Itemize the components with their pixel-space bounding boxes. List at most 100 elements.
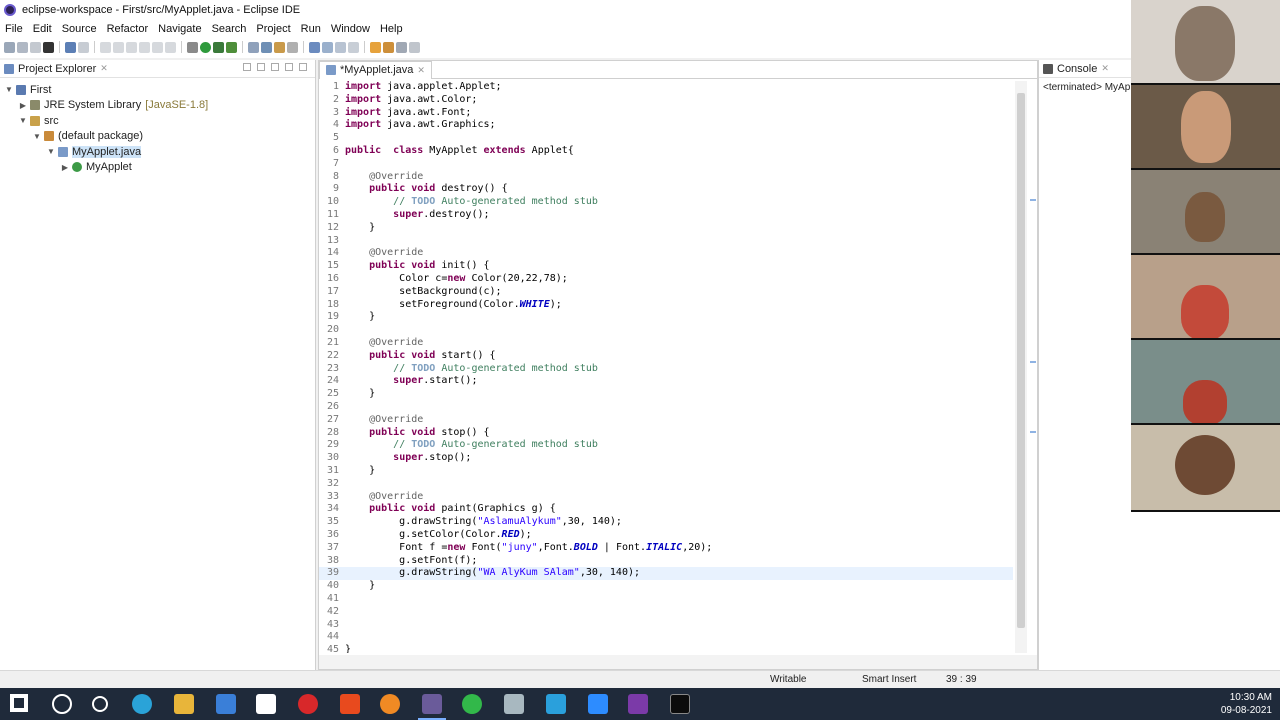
code-line[interactable]: 25 }: [319, 388, 1013, 401]
code-line[interactable]: 21 @Override: [319, 337, 1013, 350]
code-line[interactable]: 19 }: [319, 311, 1013, 324]
prev-annotation-icon[interactable]: [383, 41, 394, 53]
expand-arrow-icon[interactable]: ▼: [4, 85, 14, 94]
code-line[interactable]: 40 }: [319, 580, 1013, 593]
scrollbar-thumb[interactable]: [1017, 93, 1025, 628]
code-line[interactable]: 42: [319, 606, 1013, 619]
code-line[interactable]: 5: [319, 132, 1013, 145]
link-editor-icon[interactable]: [257, 63, 265, 71]
settings-icon[interactable]: [504, 694, 524, 714]
step-return-icon[interactable]: [165, 41, 176, 53]
block-selection-icon[interactable]: [335, 41, 346, 53]
overview-marker[interactable]: [1030, 199, 1036, 201]
code-line[interactable]: 1 import java.applet.Applet;: [319, 81, 1013, 94]
tree-item-src[interactable]: ▼ src: [0, 113, 315, 129]
code-line[interactable]: 11 super.destroy();: [319, 209, 1013, 222]
code-line[interactable]: 37 Font f =new Font("juny",Font.BOLD | F…: [319, 542, 1013, 555]
search-icon[interactable]: [52, 694, 72, 714]
new-java-project-icon[interactable]: [248, 41, 259, 53]
debug-bug-icon[interactable]: [187, 41, 198, 53]
collapse-arrow-icon[interactable]: ▶: [18, 101, 28, 110]
eclipse-icon[interactable]: [422, 694, 442, 714]
external-tools-icon[interactable]: [226, 41, 237, 53]
step-into-icon[interactable]: [139, 41, 150, 53]
code-line[interactable]: 15 public void init() {: [319, 260, 1013, 273]
menu-run[interactable]: Run: [296, 23, 326, 35]
video-tile[interactable]: [1131, 85, 1280, 170]
overview-marker[interactable]: [1030, 431, 1036, 433]
horizontal-scrollbar[interactable]: [319, 655, 1037, 669]
video-tile[interactable]: [1131, 0, 1280, 85]
coverage-icon[interactable]: [213, 41, 224, 53]
close-icon[interactable]: ✕: [1101, 63, 1109, 74]
close-icon[interactable]: ✕: [417, 65, 425, 76]
overview-marker[interactable]: [1030, 361, 1036, 363]
code-line[interactable]: 17 setBackground(c);: [319, 286, 1013, 299]
new-icon[interactable]: [4, 41, 15, 53]
code-line[interactable]: 44: [319, 631, 1013, 644]
onenote-icon[interactable]: [628, 694, 648, 714]
view-menu-icon[interactable]: [271, 63, 279, 71]
tree-item-myapplet-class[interactable]: ▶ MyApplet: [0, 160, 315, 176]
code-line[interactable]: 39 g.drawString("WA AlyKum SAlam",30, 14…: [319, 567, 1013, 581]
back-icon[interactable]: [396, 41, 407, 53]
code-line[interactable]: 18 setForeground(Color.WHITE);: [319, 299, 1013, 312]
code-line[interactable]: 43: [319, 619, 1013, 632]
menu-edit[interactable]: Edit: [28, 23, 57, 35]
telegram-icon[interactable]: [546, 694, 566, 714]
next-annotation-icon[interactable]: [370, 41, 381, 53]
menu-project[interactable]: Project: [251, 23, 295, 35]
search-icon[interactable]: [287, 41, 298, 53]
command-prompt-icon[interactable]: [670, 694, 690, 714]
opera-icon[interactable]: [298, 694, 318, 714]
code-line[interactable]: 16 Color c=new Color(20,22,78);: [319, 273, 1013, 286]
minimize-icon[interactable]: [285, 63, 293, 71]
save-icon[interactable]: [17, 41, 28, 53]
code-line[interactable]: 35 g.drawString("AslamuAlykum",30, 140);: [319, 516, 1013, 529]
code-line[interactable]: 28 public void stop() {: [319, 427, 1013, 440]
code-line[interactable]: 27 @Override: [319, 414, 1013, 427]
tree-item-project[interactable]: ▼ First: [0, 82, 315, 98]
code-line[interactable]: 24 super.start();: [319, 375, 1013, 388]
code-line[interactable]: 32: [319, 478, 1013, 491]
code-line[interactable]: 2 import java.awt.Color;: [319, 94, 1013, 107]
cortana-icon[interactable]: [92, 696, 108, 712]
expand-arrow-icon[interactable]: ▼: [46, 147, 56, 156]
menu-source[interactable]: Source: [57, 23, 102, 35]
code-line[interactable]: 29 // TODO Auto-generated method stub: [319, 439, 1013, 452]
code-line[interactable]: 22 public void start() {: [319, 350, 1013, 363]
code-line[interactable]: 26: [319, 401, 1013, 414]
annotation-icon[interactable]: [309, 41, 320, 53]
run-icon[interactable]: [200, 41, 211, 53]
menu-help[interactable]: Help: [375, 23, 408, 35]
debug-icon[interactable]: [43, 41, 54, 53]
whatsapp-icon[interactable]: [462, 694, 482, 714]
edge-icon[interactable]: [132, 694, 152, 714]
firefox-icon[interactable]: [380, 694, 400, 714]
new-package-icon[interactable]: [261, 41, 272, 53]
menu-window[interactable]: Window: [326, 23, 375, 35]
menu-file[interactable]: File: [0, 23, 28, 35]
code-line[interactable]: 41: [319, 593, 1013, 606]
system-clock[interactable]: 10:30 AM 09-08-2021: [1221, 691, 1272, 717]
code-line[interactable]: 34 public void paint(Graphics g) {: [319, 503, 1013, 516]
code-line[interactable]: 36 g.setColor(Color.RED);: [319, 529, 1013, 542]
code-line[interactable]: 8 @Override: [319, 171, 1013, 184]
video-tile[interactable]: [1131, 425, 1280, 512]
video-tile[interactable]: [1131, 255, 1280, 340]
mail-icon[interactable]: [216, 694, 236, 714]
store-icon[interactable]: [256, 694, 276, 714]
collapse-all-icon[interactable]: [243, 63, 251, 71]
code-line[interactable]: 10 // TODO Auto-generated method stub: [319, 196, 1013, 209]
code-line[interactable]: 33 @Override: [319, 491, 1013, 504]
code-line[interactable]: 31 }: [319, 465, 1013, 478]
video-tile[interactable]: [1131, 340, 1280, 425]
code-line[interactable]: 23 // TODO Auto-generated method stub: [319, 363, 1013, 376]
code-text-area[interactable]: 1 import java.applet.Applet; 2 import java.…: [319, 81, 1019, 653]
code-line[interactable]: 38 g.setFont(f);: [319, 555, 1013, 568]
code-line[interactable]: 20: [319, 324, 1013, 337]
open-type-icon[interactable]: [274, 41, 285, 53]
whitespace-icon[interactable]: [348, 41, 359, 53]
code-line[interactable]: 4 import java.awt.Graphics;: [319, 119, 1013, 132]
close-icon[interactable]: ✕: [100, 63, 108, 74]
